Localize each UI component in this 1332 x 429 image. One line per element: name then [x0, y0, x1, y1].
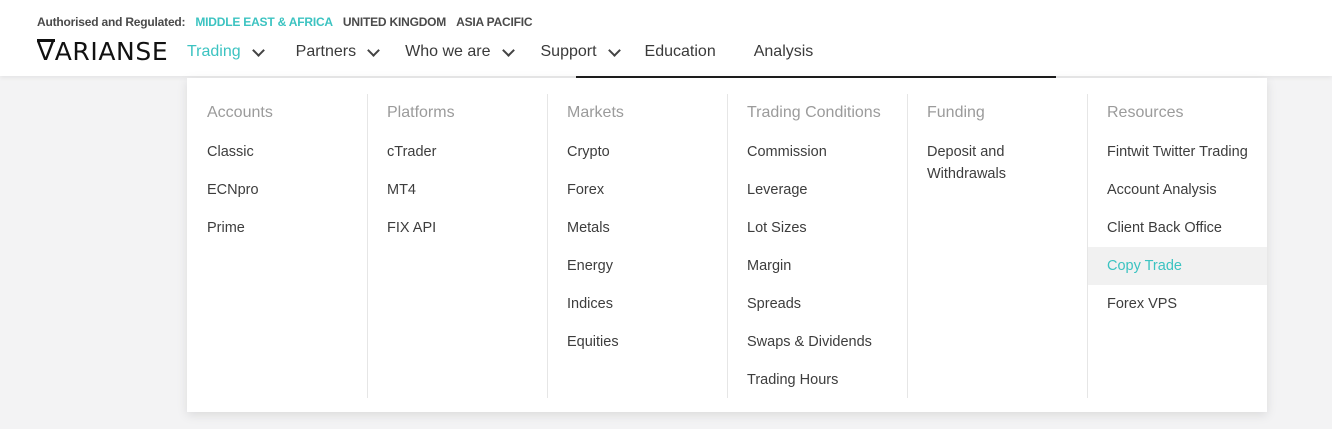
variance-logo[interactable]: VARIANSE	[37, 38, 168, 66]
menu-item-fix-api[interactable]: FIX API	[367, 217, 547, 239]
logo-letter-v: V	[37, 37, 55, 66]
column-title: Resources	[1107, 104, 1184, 121]
column-title: Platforms	[387, 104, 455, 121]
chevron-down-icon	[367, 44, 380, 57]
regulation-label: Authorised and Regulated:	[37, 15, 186, 29]
menu-column-accounts: Accounts Classic ECNpro Prime	[187, 78, 367, 398]
menu-item-classic[interactable]: Classic	[187, 141, 367, 163]
menu-item-forex-vps[interactable]: Forex VPS	[1087, 293, 1267, 315]
nav-trading-label: Trading	[187, 43, 241, 60]
menu-column-trading-conditions: Trading Conditions Commission Leverage L…	[727, 78, 907, 398]
menu-item-leverage[interactable]: Leverage	[727, 179, 907, 201]
chevron-down-icon	[607, 44, 621, 57]
menu-item-copy-trade[interactable]: Copy Trade	[1087, 247, 1267, 285]
nav-support[interactable]: Support	[540, 43, 621, 61]
menu-item-ctrader[interactable]: cTrader	[367, 141, 547, 163]
nav-trading[interactable]: Trading	[187, 43, 265, 61]
site-header: Authorised and Regulated: MIDDLE EAST & …	[0, 0, 1332, 76]
nav-support-label: Support	[540, 43, 597, 60]
nav-analysis[interactable]: Analysis	[754, 43, 814, 61]
menu-column-funding: Funding Deposit and Withdrawals	[907, 78, 1087, 398]
region-link-united-kingdom[interactable]: UNITED KINGDOM	[343, 15, 446, 29]
column-title: Trading Conditions	[747, 104, 881, 121]
menu-item-forex[interactable]: Forex	[547, 179, 727, 201]
menu-item-deposit-withdrawals[interactable]: Deposit and Withdrawals	[907, 141, 1087, 185]
menu-item-trading-hours[interactable]: Trading Hours	[727, 369, 907, 391]
nav-partners[interactable]: Partners	[295, 43, 380, 61]
menu-item-metals[interactable]: Metals	[547, 217, 727, 239]
nav-education-label: Education	[644, 43, 716, 60]
region-link-middle-east-africa[interactable]: MIDDLE EAST & AFRICA	[195, 15, 333, 29]
menu-item-mt4[interactable]: MT4	[367, 179, 547, 201]
chevron-down-icon	[251, 44, 265, 57]
menu-item-lot-sizes[interactable]: Lot Sizes	[727, 217, 907, 239]
logo-text: ARIANSE	[54, 37, 169, 66]
menu-item-fintwit-twitter-trading[interactable]: Fintwit Twitter Trading	[1087, 141, 1267, 163]
menu-item-account-analysis[interactable]: Account Analysis	[1087, 179, 1267, 201]
menu-item-client-back-office[interactable]: Client Back Office	[1087, 217, 1267, 239]
menu-item-margin[interactable]: Margin	[727, 255, 907, 277]
regulation-bar: Authorised and Regulated: MIDDLE EAST & …	[37, 14, 542, 30]
menu-item-equities[interactable]: Equities	[547, 331, 727, 353]
column-title: Funding	[927, 104, 985, 121]
nav-who-we-are-label: Who we are	[405, 43, 491, 60]
menu-item-spreads[interactable]: Spreads	[727, 293, 907, 315]
column-title: Accounts	[207, 104, 273, 121]
main-nav: Trading Partners Who we are Support Educ…	[187, 40, 813, 64]
nav-education[interactable]: Education	[645, 43, 716, 61]
trading-mega-menu: Accounts Classic ECNpro Prime Platforms …	[187, 78, 1267, 412]
menu-column-platforms: Platforms cTrader MT4 FIX API	[367, 78, 547, 398]
menu-item-prime[interactable]: Prime	[187, 217, 367, 239]
menu-column-markets: Markets Crypto Forex Metals Energy Indic…	[547, 78, 727, 398]
menu-item-ecnpro[interactable]: ECNpro	[187, 179, 367, 201]
column-title: Markets	[567, 104, 624, 121]
nav-partners-label: Partners	[295, 43, 357, 60]
menu-item-commission[interactable]: Commission	[727, 141, 907, 163]
chevron-down-icon	[501, 44, 515, 57]
menu-item-swaps-dividends[interactable]: Swaps & Dividends	[727, 331, 907, 353]
nav-analysis-label: Analysis	[753, 43, 814, 60]
menu-item-indices[interactable]: Indices	[547, 293, 727, 315]
menu-item-crypto[interactable]: Crypto	[547, 141, 727, 163]
nav-who-we-are[interactable]: Who we are	[405, 43, 515, 61]
menu-column-resources: Resources Fintwit Twitter Trading Accoun…	[1087, 78, 1267, 398]
region-link-asia-pacific[interactable]: ASIA PACIFIC	[456, 15, 532, 29]
menu-item-energy[interactable]: Energy	[547, 255, 727, 277]
